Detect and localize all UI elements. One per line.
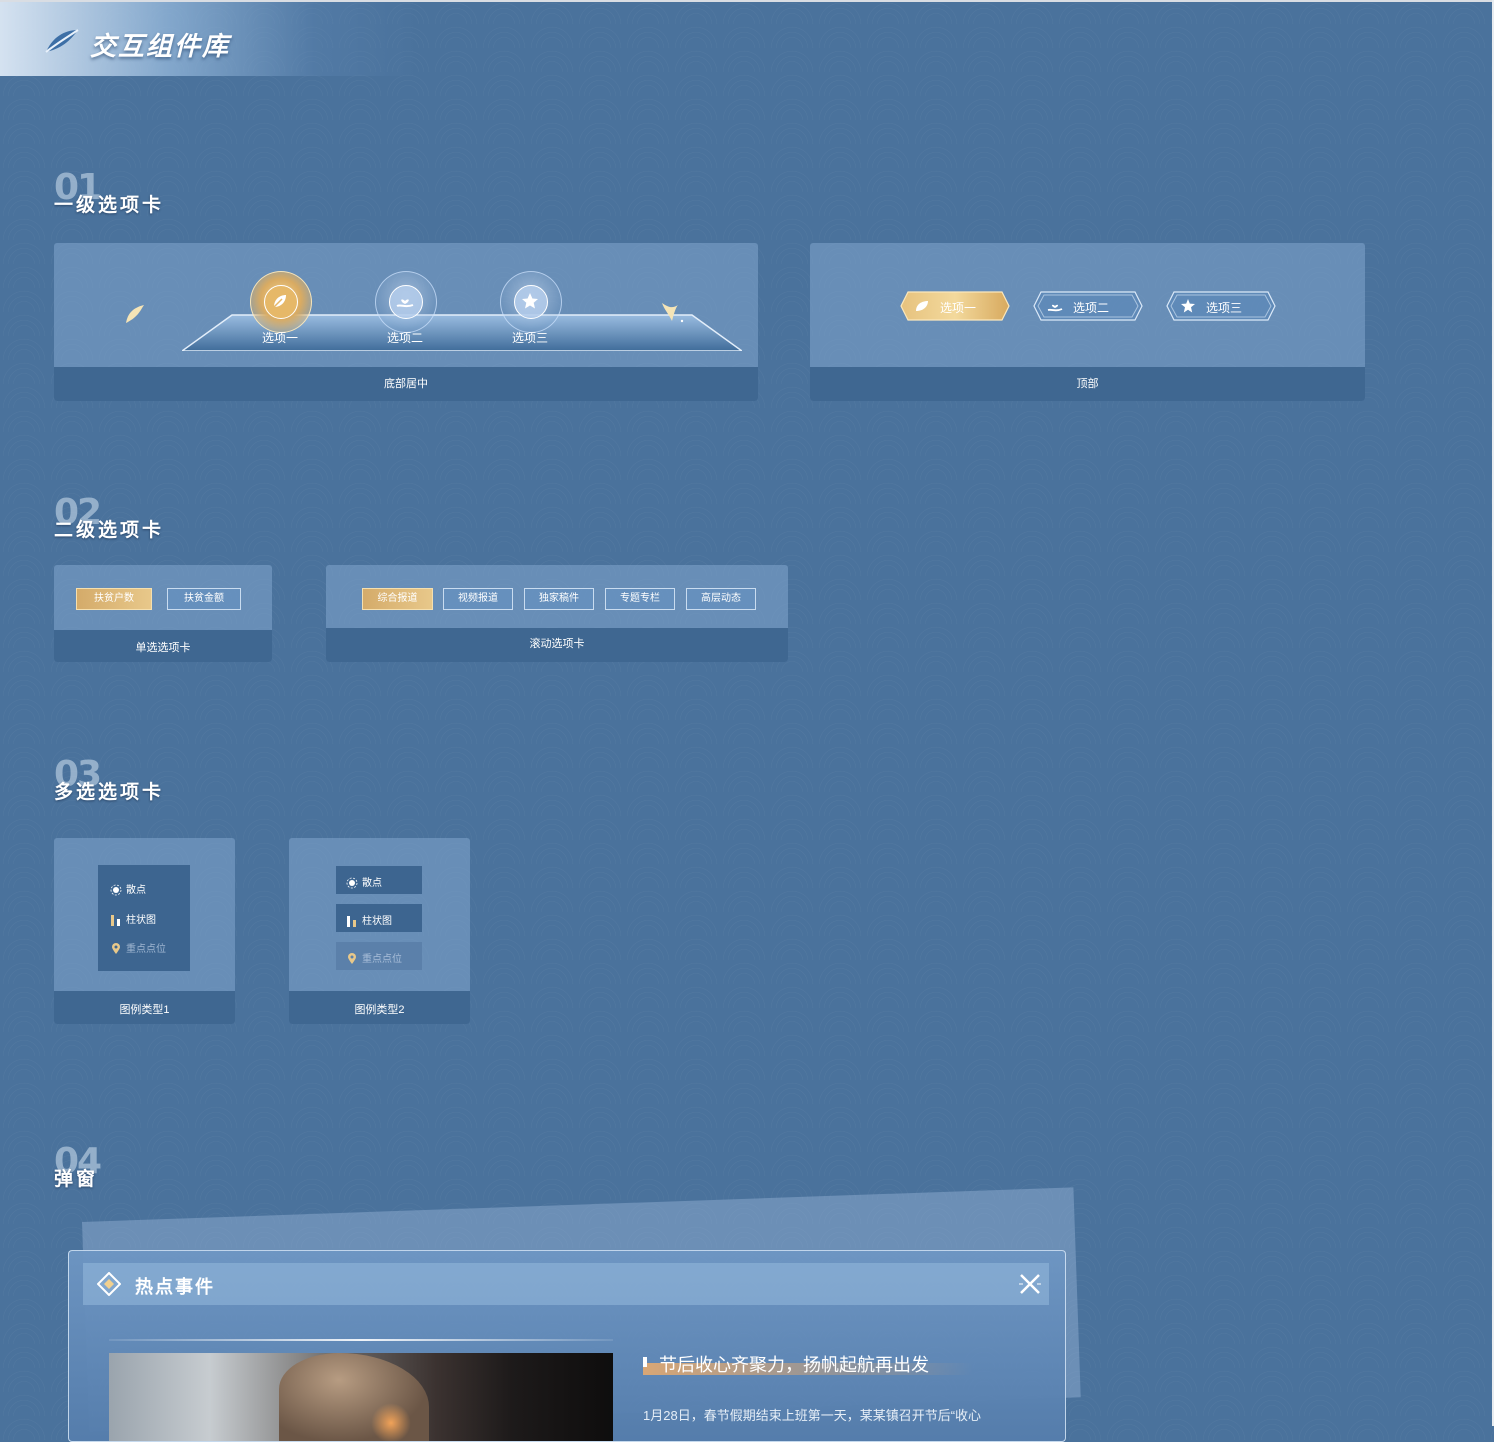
image-sparks [371, 1403, 411, 1441]
single-tab-1[interactable]: 扶贫户数 [76, 588, 152, 610]
legend-item-key-point[interactable]: 重点点位 [110, 940, 166, 955]
scroll-tab-5[interactable]: 高层动态 [686, 588, 756, 610]
top-tab-option-1[interactable]: 选项一 [900, 291, 1010, 321]
card-caption: 底部居中 [54, 367, 758, 401]
butterfly-right-icon [662, 303, 684, 323]
legend-item-key-point[interactable]: 重点点位 [336, 942, 422, 970]
hand-heart-icon [396, 299, 414, 308]
legend-label: 重点点位 [362, 954, 402, 965]
star-icon [522, 293, 538, 309]
section-name: 一级选项卡 [54, 195, 165, 216]
card-bottom-center: 选项一 选项二 选项三 底部居中 [54, 243, 758, 401]
leaf-icon [273, 295, 286, 308]
page-title: 交互组件库 [90, 31, 231, 61]
legend-row: 柱状图 [346, 912, 392, 928]
tab-label: 选项二 [1073, 301, 1110, 315]
card-single-select: 扶贫户数 扶贫金额 单选选项卡 [54, 565, 272, 662]
popup-title: 热点事件 [135, 1277, 215, 1297]
section-name: 弹窗 [54, 1169, 99, 1190]
news-text: 1月28日，春节假期结束上班第一天，某某镇召开节后“收心 [643, 1408, 982, 1423]
scroll-tab-3[interactable]: 独家稿件 [524, 588, 594, 610]
tab-option-1[interactable]: 选项一 [244, 267, 316, 345]
news-title[interactable]: 节后收心齐聚力，扬帆起航再出发 [659, 1351, 929, 1377]
tab-label: 选项三 [511, 331, 548, 345]
legend-item-scatter[interactable]: 散点 [110, 881, 146, 896]
legend-label: 重点点位 [126, 944, 166, 955]
tab-label: 选项二 [386, 331, 423, 345]
scatter-icon [110, 884, 122, 896]
card-legend-type-2: 散点 柱状图 重点点位 图例类型2 [289, 838, 470, 1024]
tab-option-3[interactable]: 选项三 [494, 267, 566, 345]
butterfly-left-icon [126, 305, 144, 323]
image-top-divider [109, 1339, 613, 1341]
star-icon [1181, 299, 1195, 313]
tab-label: 选项一 [261, 331, 298, 345]
diamond-icon [97, 1272, 121, 1296]
card-caption: 顶部 [810, 367, 1365, 401]
legend-row: 散点 [346, 874, 382, 889]
bar-chart-icon [110, 914, 122, 927]
top-tab-option-2[interactable]: 选项二 [1033, 291, 1143, 321]
location-pin-icon [346, 953, 358, 965]
tab-option-2[interactable]: 选项二 [369, 267, 441, 345]
bar-chart-icon [346, 915, 358, 928]
tab-label: 选项三 [1206, 301, 1243, 315]
card-caption: 单选选项卡 [54, 630, 272, 662]
section-name: 二级选项卡 [54, 520, 165, 541]
single-tab-2[interactable]: 扶贫金额 [167, 588, 241, 610]
legend-item-bar-chart[interactable]: 柱状图 [336, 904, 422, 932]
location-pin-icon [110, 943, 122, 955]
legend-row: 重点点位 [346, 950, 402, 965]
popup-header: 热点事件 [83, 1263, 1049, 1305]
news-image[interactable] [109, 1353, 613, 1441]
leaf-logo-icon [45, 29, 79, 53]
legend-label: 柱状图 [126, 915, 156, 926]
scroll-tab-1[interactable]: 综合报道 [362, 588, 433, 610]
scatter-icon [346, 877, 358, 889]
tab-label: 选项一 [940, 301, 977, 315]
legend-label: 散点 [126, 885, 146, 896]
card-caption: 图例类型2 [289, 991, 470, 1024]
legend-panel: 散点 柱状图 重点点位 [98, 865, 190, 971]
legend-item-scatter[interactable]: 散点 [336, 866, 422, 894]
card-top: 选项一 选项二 选项三 顶部 [810, 243, 1365, 401]
legend-label: 散点 [362, 878, 382, 889]
card-scroll-tabs: 综合报道 视频报道 独家稿件 专题专栏 高层动态 滚动选项卡 [326, 565, 788, 662]
legend-label: 柱状图 [362, 916, 392, 927]
card-caption: 滚动选项卡 [326, 628, 788, 662]
card-legend-type-1: 散点 柱状图 重点点位 图例类型1 [54, 838, 235, 1024]
news-title-marker [643, 1357, 647, 1367]
hand-heart-icon [1047, 304, 1063, 312]
section-name: 多选选项卡 [54, 782, 165, 803]
leaf-icon [916, 301, 928, 311]
hot-event-popup: 热点事件 节后收心齐聚力，扬帆起航再出发 1月28日，春节假期结束上班第一天，某… [68, 1250, 1066, 1442]
top-tab-option-3[interactable]: 选项三 [1166, 291, 1276, 321]
card-caption: 图例类型1 [54, 991, 235, 1024]
scroll-tab-2[interactable]: 视频报道 [443, 588, 513, 610]
scroll-tab-4[interactable]: 专题专栏 [605, 588, 675, 610]
header-bar: 交互组件库 [0, 2, 420, 76]
legend-item-bar-chart[interactable]: 柱状图 [110, 911, 156, 927]
close-icon[interactable] [1017, 1271, 1043, 1297]
